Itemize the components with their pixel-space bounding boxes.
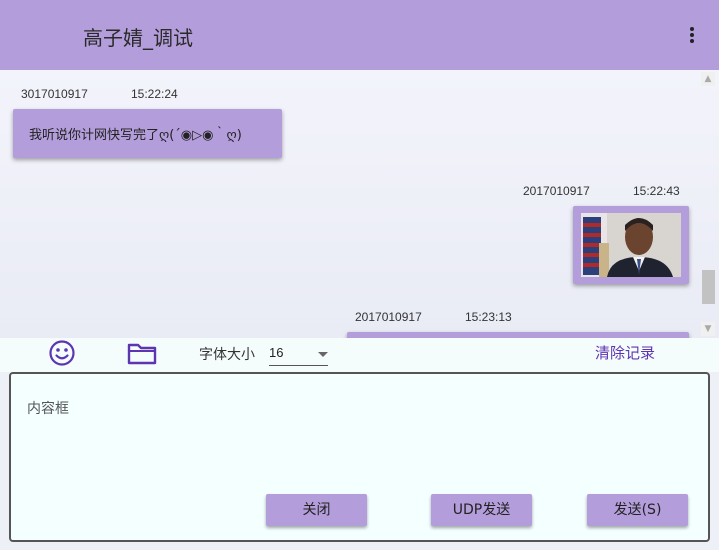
vertical-scrollbar[interactable]: ▲ ▼ [701, 70, 715, 338]
folder-icon[interactable] [127, 342, 157, 366]
message-sender: 3017010917 [21, 87, 88, 101]
send-button[interactable]: 发送(S) [587, 494, 688, 526]
close-button[interactable]: 关闭 [266, 494, 367, 526]
more-vert-icon[interactable] [685, 24, 699, 46]
scroll-thumb[interactable] [702, 270, 715, 304]
message-text: 我听说你计网快写完了ღ(´◉▷◉｀ღ) [29, 128, 242, 143]
portrait-photo [581, 213, 681, 277]
chevron-down-icon [318, 352, 328, 357]
udp-send-button[interactable]: UDP发送 [431, 494, 532, 526]
image-bubble[interactable] [573, 206, 689, 284]
message-input[interactable]: 内容框 关闭 UDP发送 发送(S) [9, 372, 710, 542]
message-time: 15:23:13 [465, 310, 512, 324]
smile-icon[interactable] [48, 339, 76, 367]
clear-history-button[interactable]: 清除记录 [595, 342, 655, 363]
message-bubble[interactable]: 我听说你计网快写完了ღ(´◉▷◉｀ღ) [13, 109, 282, 158]
chat-title: 高子婧_调试 [83, 26, 193, 50]
font-size-label: 字体大小 [199, 347, 255, 363]
title-bar: 高子婧_调试 [0, 0, 719, 70]
message-time: 15:22:24 [131, 87, 178, 101]
message-list[interactable]: 3017010917 15:22:24 我听说你计网快写完了ღ(´◉▷◉｀ღ) … [0, 70, 719, 338]
message-sender: 2017010917 [523, 184, 590, 198]
input-placeholder: 内容框 [27, 401, 69, 417]
message-sender: 2017010917 [355, 310, 422, 324]
scroll-down-icon[interactable]: ▼ [701, 322, 715, 336]
input-toolbar: 字体大小 16 清除记录 [0, 338, 719, 372]
scroll-up-icon[interactable]: ▲ [701, 72, 715, 86]
message-time: 15:22:43 [633, 184, 680, 198]
font-size-select[interactable]: 16 [269, 342, 328, 366]
font-size-value: 16 [269, 345, 284, 360]
